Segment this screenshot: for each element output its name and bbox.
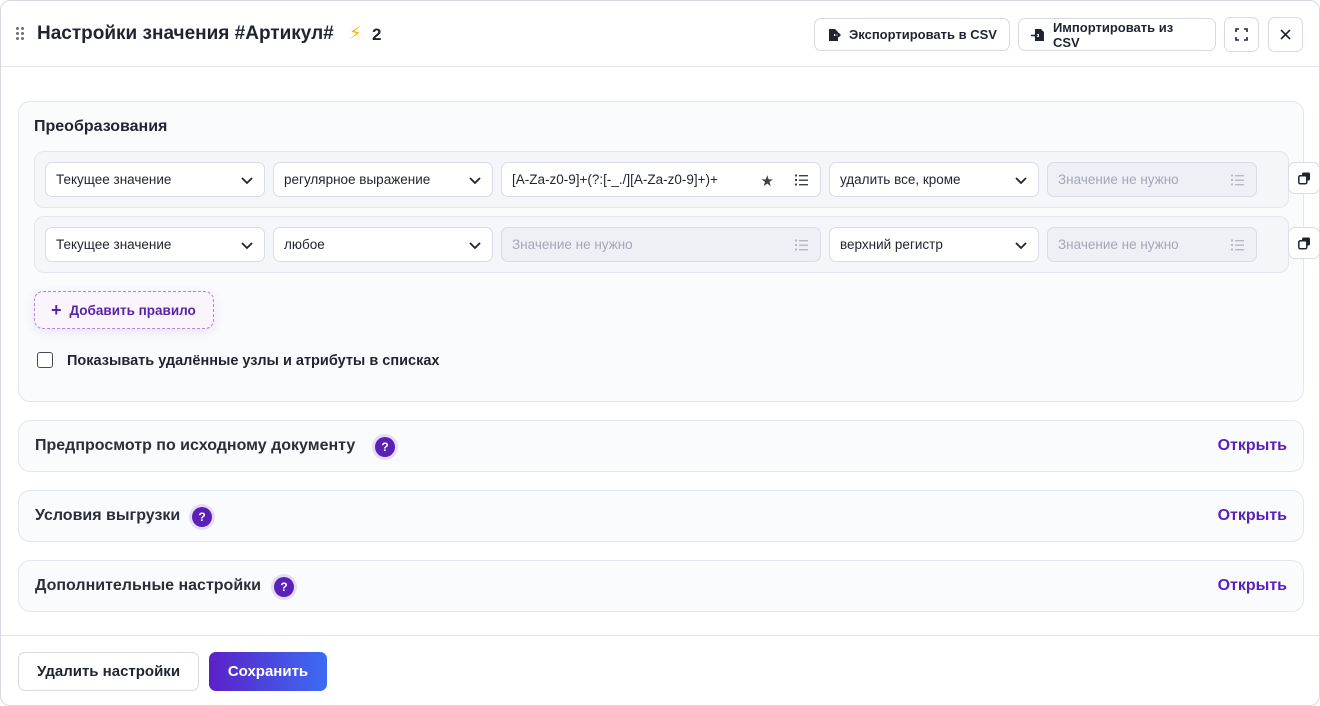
list-icon [795,239,808,251]
close-icon [1280,29,1291,40]
close-button[interactable] [1268,17,1303,52]
chevron-down-icon [469,242,481,250]
copy-icon [1297,237,1310,250]
value-input-placeholder: Значение не нужно [1058,237,1179,252]
bolt-icon: ⚡ [349,23,362,43]
value-input[interactable]: Значение не нужно [1047,162,1257,197]
preview-section: Предпросмотр по исходному документу ? От… [18,420,1304,472]
pattern-input-value: [A-Za-z0-9]+(?:[-_./][A-Za-z0-9]+)+ [512,172,718,187]
drag-handle-icon[interactable] [16,27,26,41]
show-deleted-label: Показывать удалённые узлы и атрибуты в с… [67,353,440,369]
delete-settings-button[interactable]: Удалить настройки [18,652,199,691]
action-select[interactable]: верхний регистр [829,227,1039,262]
action-select-value: верхний регистр [840,237,943,252]
pattern-input[interactable]: [A-Za-z0-9]+(?:[-_./][A-Za-z0-9]+)+ ★ [501,162,821,197]
list-icon [1231,174,1244,186]
import-icon [1031,28,1044,41]
source-select[interactable]: Текущее значение [45,227,265,262]
help-icon[interactable]: ? [192,507,212,527]
action-select[interactable]: удалить все, кроме [829,162,1039,197]
pattern-input[interactable]: Значение не нужно [501,227,821,262]
add-rule-button[interactable]: + Добавить правило [34,291,214,329]
copy-rule-button[interactable] [1288,227,1319,259]
fullscreen-button[interactable] [1224,17,1259,52]
source-select[interactable]: Текущее значение [45,162,265,197]
copy-icon [1297,172,1310,185]
help-icon[interactable]: ? [375,437,395,457]
open-additional-link[interactable]: Открыть [1218,577,1287,595]
rule-row: Текущее значение любое Значение не нужно… [34,216,1289,273]
save-button[interactable]: Сохранить [209,652,327,691]
chevron-down-icon [1015,242,1027,250]
chevron-down-icon [241,242,253,250]
export-csv-label: Экспортировать в CSV [849,27,997,42]
chevron-down-icon [241,177,253,185]
add-rule-label: Добавить правило [69,302,196,318]
open-preview-link[interactable]: Открыть [1218,437,1287,455]
export-icon [829,28,841,41]
copy-rule-button[interactable] [1288,162,1319,194]
section-title: Предпросмотр по исходному документу [35,437,356,454]
settings-window: Настройки значения #Артикул# ⚡ 2 Экспорт… [0,0,1320,706]
condition-select-value: любое [284,237,325,252]
value-input[interactable]: Значение не нужно [1047,227,1257,262]
source-select-value: Текущее значение [56,237,172,252]
show-deleted-checkbox[interactable] [37,352,53,368]
export-conditions-section: Условия выгрузки ? Открыть [18,490,1304,542]
window-footer: Удалить настройки Сохранить [1,635,1319,705]
chevron-down-icon [1015,177,1027,185]
import-csv-button[interactable]: Импортировать из CSV [1018,18,1216,51]
condition-select[interactable]: любое [273,227,493,262]
chevron-down-icon [469,177,481,185]
list-icon [1231,239,1244,251]
transformations-panel: Преобразования Текущее значение регулярн… [18,101,1319,402]
source-select-value: Текущее значение [56,172,172,187]
rule-row: Текущее значение регулярное выражение [A… [34,151,1289,208]
export-csv-button[interactable]: Экспортировать в CSV [814,18,1010,51]
section-title: Условия выгрузки [35,507,181,524]
import-csv-label: Импортировать из CSV [1052,19,1174,50]
help-icon[interactable]: ? [274,577,294,597]
action-select-value: удалить все, кроме [840,172,961,187]
page-title: Настройки значения #Артикул# [37,23,334,44]
condition-select[interactable]: регулярное выражение [273,162,493,197]
pattern-input-placeholder: Значение не нужно [512,237,633,252]
transformations-title: Преобразования [34,118,168,135]
value-input-placeholder: Значение не нужно [1058,172,1179,187]
star-icon[interactable]: ★ [761,172,774,190]
open-conditions-link[interactable]: Открыть [1218,507,1287,525]
list-icon[interactable] [795,174,808,186]
additional-settings-section: Дополнительные настройки ? Открыть [18,560,1304,612]
plus-icon: + [51,300,62,320]
section-title: Дополнительные настройки [35,577,261,594]
usage-count: 2 [372,25,382,44]
window-header: Настройки значения #Артикул# ⚡ 2 Экспорт… [1,1,1319,67]
expand-icon [1235,28,1248,41]
condition-select-value: регулярное выражение [284,172,431,187]
